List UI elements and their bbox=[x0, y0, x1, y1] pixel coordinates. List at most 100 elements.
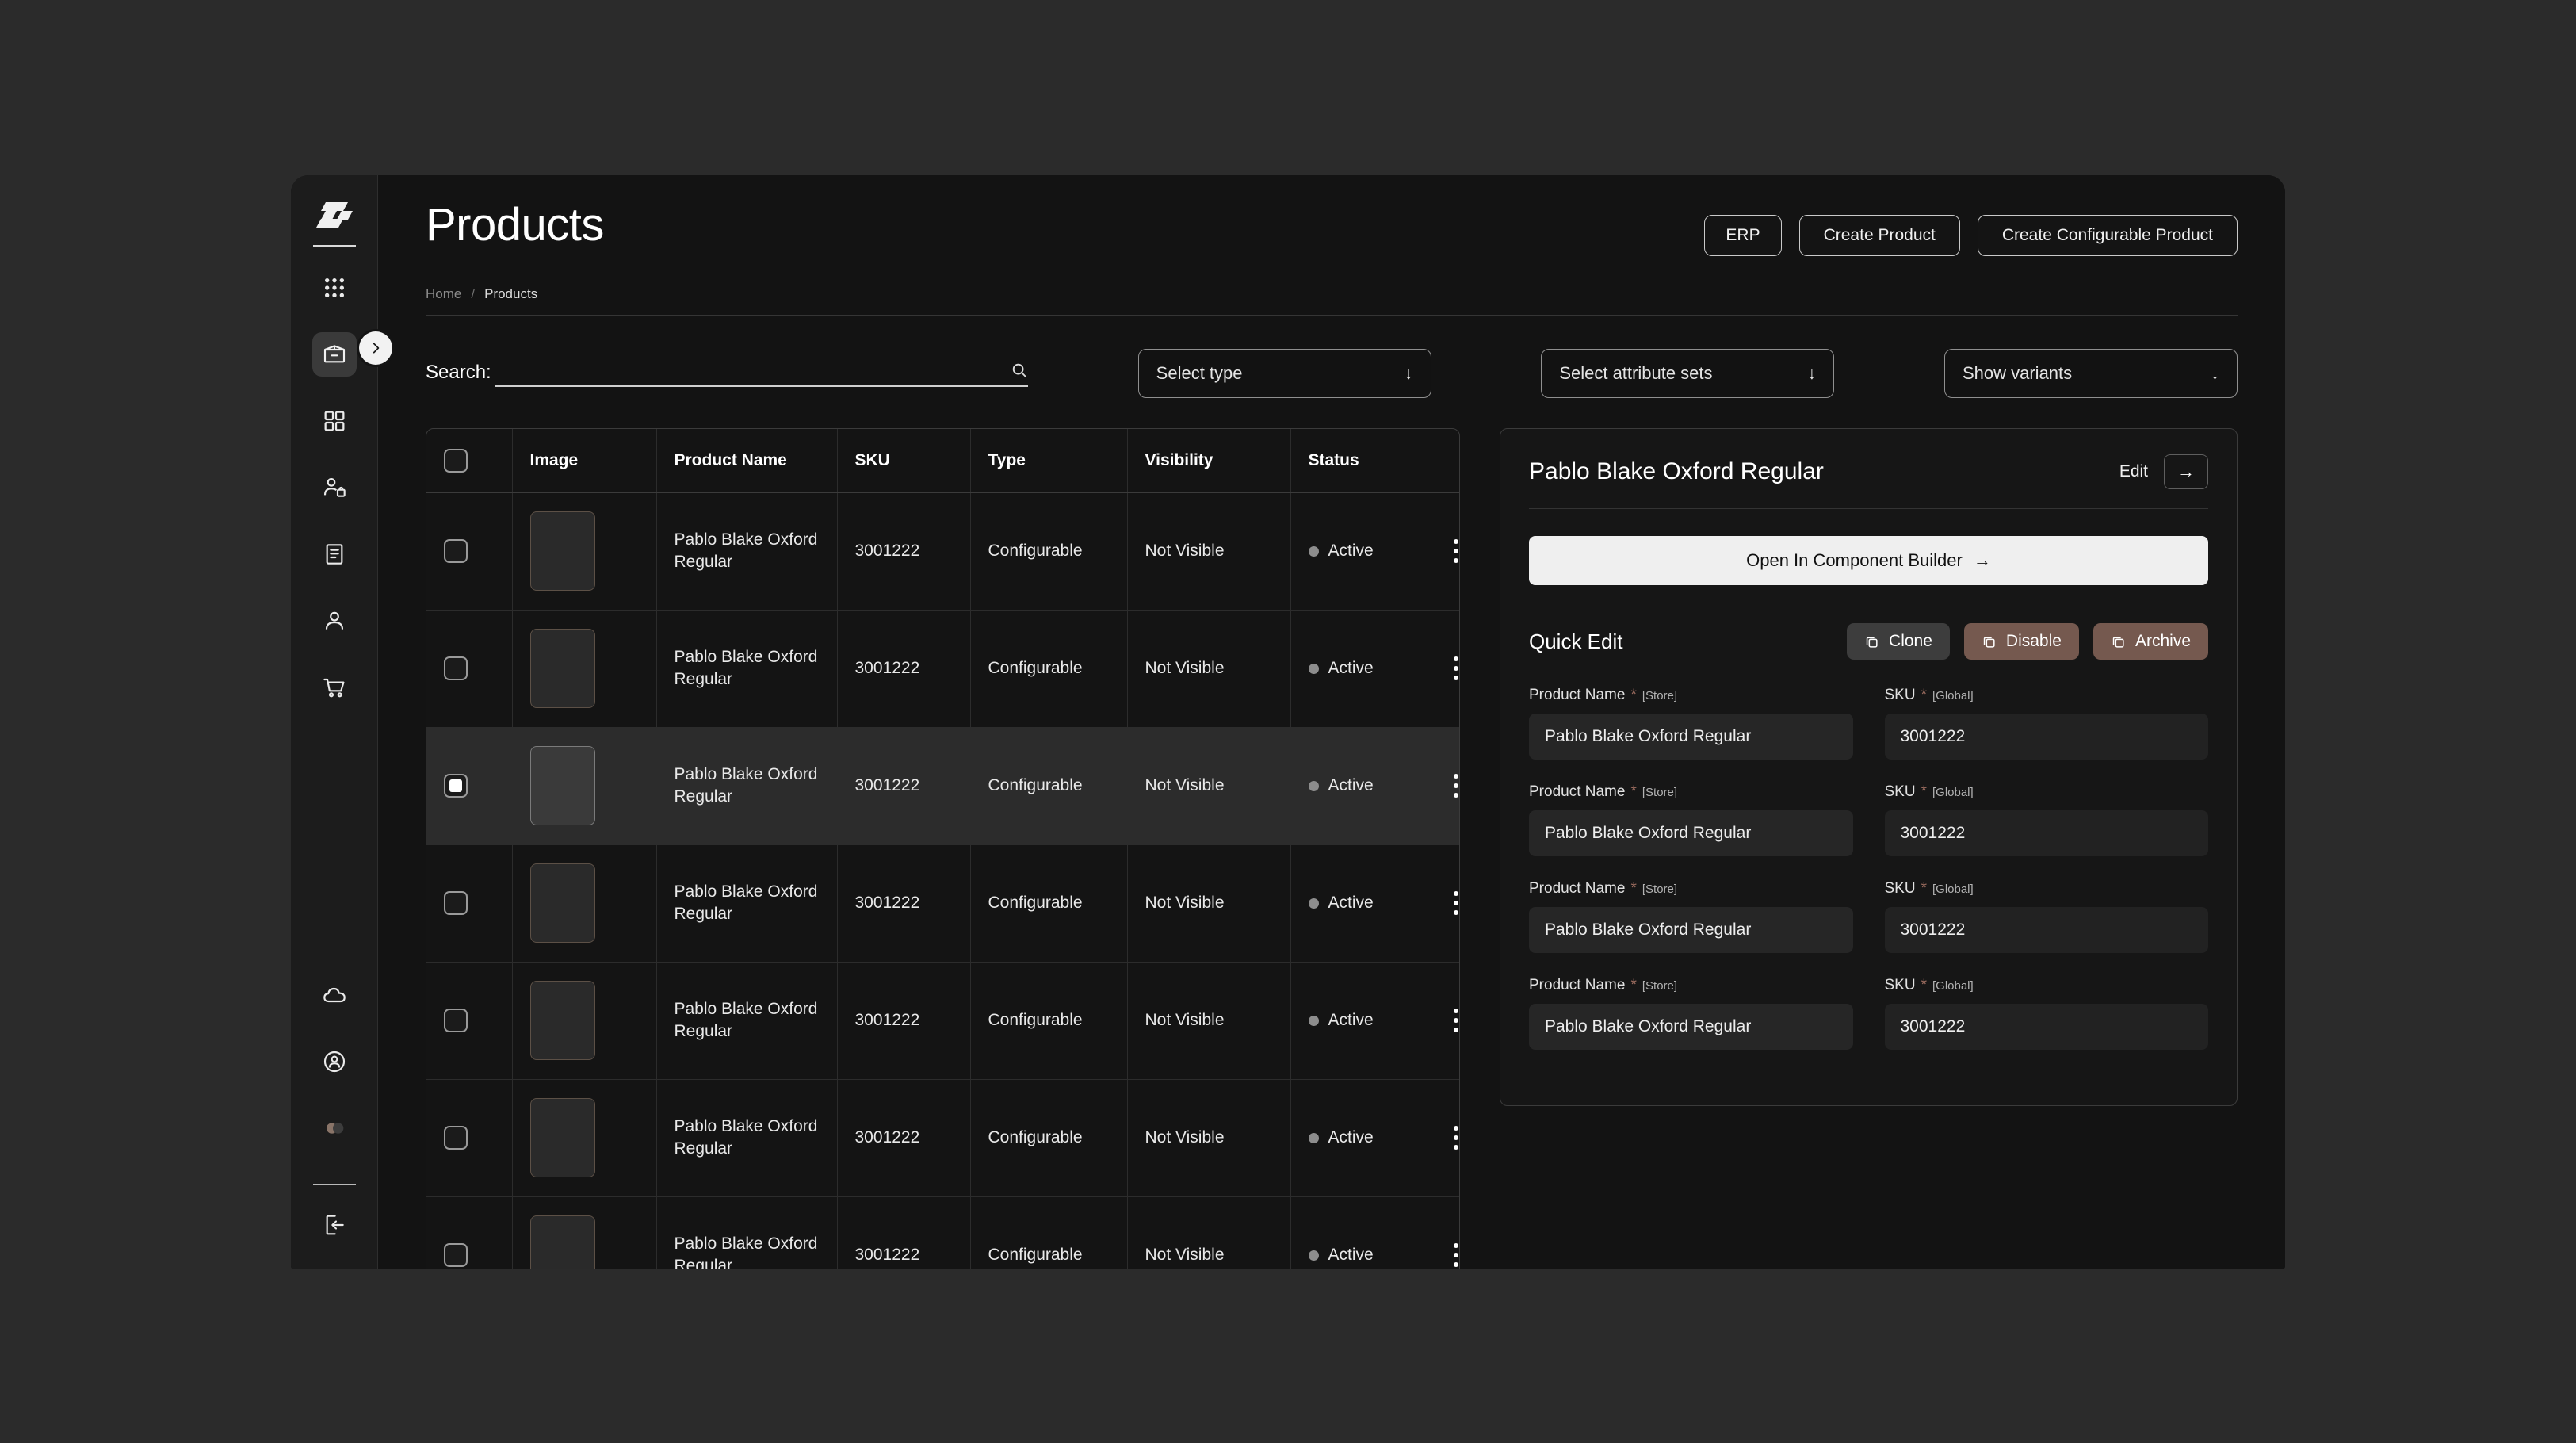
row-checkbox[interactable] bbox=[444, 1243, 468, 1267]
row-menu-button[interactable] bbox=[1426, 891, 1460, 915]
field-label-text: Product Name bbox=[1529, 977, 1626, 993]
sidebar-item-apps[interactable] bbox=[312, 266, 357, 310]
open-detail-arrow-button[interactable]: → bbox=[2164, 454, 2208, 489]
page-title: Products bbox=[426, 199, 604, 251]
open-builder-label: Open In Component Builder bbox=[1746, 550, 1963, 570]
table-row[interactable]: Pablo Blake Oxford Regular 3001222 Configu… bbox=[426, 492, 1460, 610]
row-image-cell bbox=[512, 1196, 657, 1269]
select-type-dropdown[interactable]: Select type ↓ bbox=[1137, 349, 1431, 398]
row-product-name: Pablo Blake Oxford Regular bbox=[656, 610, 838, 728]
sidebar-toggle-button[interactable] bbox=[359, 331, 392, 365]
search-field[interactable] bbox=[494, 360, 1028, 387]
product-thumbnail bbox=[529, 1098, 595, 1177]
header-product-name[interactable]: Product Name bbox=[656, 429, 838, 493]
logout-icon bbox=[326, 1215, 344, 1235]
table-row[interactable]: Pablo Blake Oxford Regular 3001222 Configu… bbox=[426, 610, 1460, 728]
required-marker: * bbox=[1921, 880, 1927, 897]
row-menu-button[interactable] bbox=[1426, 539, 1460, 563]
row-menu-button[interactable] bbox=[1426, 774, 1460, 798]
sidebar-item-account[interactable] bbox=[312, 1039, 357, 1084]
row-checkbox[interactable] bbox=[444, 891, 468, 915]
sidebar-item-catalog[interactable] bbox=[312, 399, 357, 443]
status-badge: Active bbox=[1328, 894, 1374, 912]
arrow-right-icon: → bbox=[2177, 461, 2195, 481]
row-select-cell bbox=[426, 727, 513, 845]
row-status: Active bbox=[1290, 492, 1408, 610]
search-input[interactable] bbox=[494, 360, 1011, 381]
status-dot-icon bbox=[1308, 780, 1319, 791]
row-actions bbox=[1408, 492, 1460, 610]
select-attribute-sets-dropdown[interactable]: Select attribute sets ↓ bbox=[1541, 349, 1835, 398]
row-checkbox[interactable] bbox=[444, 774, 468, 798]
header-sku[interactable]: SKU bbox=[837, 429, 971, 493]
app-logo[interactable] bbox=[311, 193, 358, 237]
status-dot-icon bbox=[1308, 663, 1319, 674]
sidebar-item-cloud[interactable] bbox=[312, 973, 357, 1017]
row-checkbox[interactable] bbox=[444, 539, 468, 563]
sidebar-item-pages[interactable] bbox=[312, 532, 357, 576]
sidebar-item-team[interactable] bbox=[312, 1106, 357, 1150]
table-row[interactable]: Pablo Blake Oxford Regular 3001222 Configu… bbox=[426, 1079, 1460, 1197]
row-checkbox[interactable] bbox=[444, 656, 468, 680]
row-menu-button[interactable] bbox=[1426, 1009, 1460, 1032]
row-visibility: Not Visible bbox=[1127, 610, 1291, 728]
row-menu-button[interactable] bbox=[1426, 1126, 1460, 1150]
sidebar-item-products[interactable] bbox=[311, 332, 357, 377]
row-visibility: Not Visible bbox=[1127, 1196, 1291, 1269]
document-lines-icon bbox=[326, 544, 342, 565]
select-all-checkbox[interactable] bbox=[444, 448, 468, 473]
field-input[interactable]: Pablo Blake Oxford Regular bbox=[1529, 714, 1853, 760]
disable-button[interactable]: Disable bbox=[1963, 623, 2079, 660]
header-image[interactable]: Image bbox=[512, 429, 657, 493]
breadcrumb-home[interactable]: Home bbox=[426, 286, 461, 302]
sidebar-item-customers[interactable] bbox=[312, 465, 357, 510]
table-row[interactable]: Pablo Blake Oxford Regular 3001222 Configu… bbox=[426, 962, 1460, 1080]
row-sku: 3001222 bbox=[837, 962, 971, 1080]
row-menu-button[interactable] bbox=[1426, 656, 1460, 680]
field-input[interactable]: 3001222 bbox=[1884, 810, 2208, 856]
header-visibility[interactable]: Visibility bbox=[1127, 429, 1291, 493]
row-status: Active bbox=[1290, 727, 1408, 845]
create-product-button[interactable]: Create Product bbox=[1798, 215, 1960, 256]
sidebar-item-users[interactable] bbox=[312, 599, 357, 643]
field-input[interactable]: 3001222 bbox=[1884, 714, 2208, 760]
sidebar bbox=[291, 175, 392, 1269]
search-icon[interactable] bbox=[1011, 362, 1028, 379]
clone-button[interactable]: Clone bbox=[1847, 623, 1950, 660]
row-checkbox[interactable] bbox=[444, 1126, 468, 1150]
row-menu-button[interactable] bbox=[1426, 1243, 1460, 1267]
row-image-cell bbox=[512, 492, 657, 610]
field-input[interactable]: Pablo Blake Oxford Regular bbox=[1529, 907, 1853, 953]
quick-edit-actions: Clone Disable Archive bbox=[1847, 623, 2208, 660]
table-row[interactable]: Pablo Blake Oxford Regular 3001222 Configu… bbox=[426, 1196, 1460, 1269]
field-input[interactable]: 3001222 bbox=[1884, 907, 2208, 953]
open-in-component-builder-button[interactable]: Open In Component Builder → bbox=[1529, 536, 2208, 585]
row-checkbox[interactable] bbox=[444, 1009, 468, 1032]
sidebar-item-orders[interactable] bbox=[312, 665, 357, 710]
status-badge: Active bbox=[1328, 542, 1374, 560]
header-type[interactable]: Type bbox=[970, 429, 1128, 493]
package-box-icon bbox=[323, 345, 345, 363]
clone-label: Clone bbox=[1889, 632, 1932, 650]
table-row[interactable]: Pablo Blake Oxford Regular 3001222 Configu… bbox=[426, 727, 1460, 845]
header-status[interactable]: Status bbox=[1290, 429, 1408, 493]
erp-button[interactable]: ERP bbox=[1704, 215, 1782, 256]
field-input[interactable]: Pablo Blake Oxford Regular bbox=[1529, 1004, 1853, 1050]
field-value: Pablo Blake Oxford Regular bbox=[1545, 727, 1752, 745]
create-configurable-product-button[interactable]: Create Configurable Product bbox=[1977, 215, 2238, 256]
product-thumbnail bbox=[529, 511, 595, 591]
table-row[interactable]: Pablo Blake Oxford Regular 3001222 Configu… bbox=[426, 844, 1460, 963]
products-table-card: Image Product Name SKU Type Visibility S… bbox=[426, 428, 1460, 1269]
field-input[interactable]: 3001222 bbox=[1884, 1004, 2208, 1050]
field-input[interactable]: Pablo Blake Oxford Regular bbox=[1529, 810, 1853, 856]
required-marker: * bbox=[1630, 880, 1637, 897]
field-scope: [Store] bbox=[1642, 689, 1678, 702]
edit-button[interactable]: Edit bbox=[2119, 462, 2148, 481]
quick-edit-field: SKU * [Global] 3001222 bbox=[1884, 687, 2208, 760]
field-label: Product Name * [Store] bbox=[1529, 783, 1853, 801]
field-value: 3001222 bbox=[1900, 1017, 1966, 1035]
sidebar-item-logout[interactable] bbox=[312, 1203, 357, 1247]
archive-button[interactable]: Archive bbox=[2093, 623, 2208, 660]
row-product-name: Pablo Blake Oxford Regular bbox=[656, 492, 838, 610]
show-variants-dropdown[interactable]: Show variants ↓ bbox=[1943, 349, 2238, 398]
